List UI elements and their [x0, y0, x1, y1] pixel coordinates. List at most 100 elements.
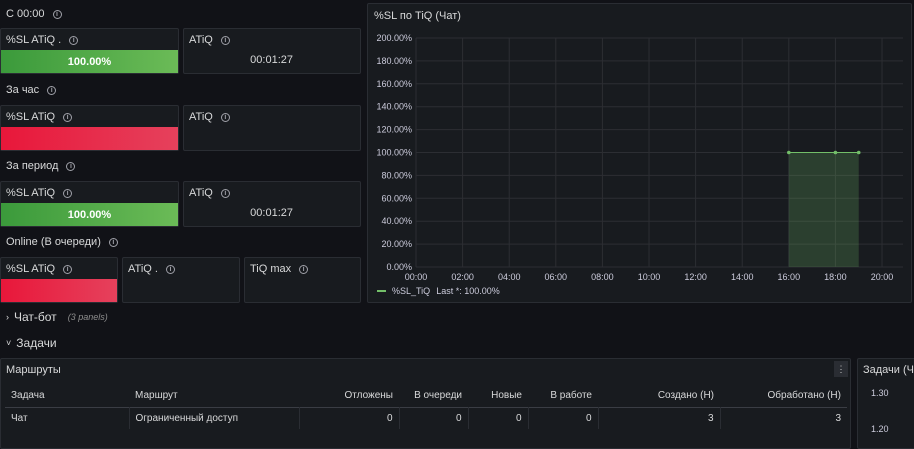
- panel-title: ATiQ i: [189, 187, 230, 199]
- y-tick-label: 1.30: [871, 388, 889, 398]
- panel-title-text: %SL ATiQ .: [6, 34, 62, 46]
- table-cell: 0: [467, 407, 528, 429]
- x-tick-label: 06:00: [545, 272, 568, 282]
- info-icon[interactable]: i: [47, 85, 57, 95]
- info-icon[interactable]: i: [220, 35, 230, 45]
- panel-title: %SL ATiQ i: [6, 263, 73, 275]
- panel-title-text: %SL ATiQ: [6, 111, 56, 123]
- chart-svg: 0.00% 20.00% 40.00% 60.00% 80.00% 100.00% 120.…: [376, 33, 903, 282]
- stat-bar-green: 100.00%: [1, 50, 178, 73]
- column-header[interactable]: Обработано (Н): [720, 385, 847, 407]
- row-title-hour: За час i: [6, 84, 57, 96]
- legend-swatch: [377, 290, 386, 292]
- info-icon[interactable]: i: [220, 188, 230, 198]
- stat-panel-atiq-period[interactable]: ATiQ i 00:01:27: [183, 181, 361, 227]
- stat-panel-sl-atiq-period[interactable]: %SL ATiQ i 100.00%: [0, 181, 179, 227]
- routes-panel[interactable]: Маршруты ⋮ Задача Маршрут Отложены В оче…: [0, 358, 851, 449]
- stat-panel-sl-atiq-hour[interactable]: %SL ATiQ i: [0, 105, 179, 151]
- stat-panel-atiq-hour[interactable]: ATiQ i: [183, 105, 361, 151]
- x-tick-label: 00:00: [405, 272, 428, 282]
- stat-bar-red: [1, 127, 178, 150]
- row-title-label: С 00:00: [6, 8, 45, 20]
- panel-title: %SL ATiQ i: [6, 187, 73, 199]
- table-cell: Ограниченный доступ: [128, 407, 299, 429]
- info-icon[interactable]: i: [63, 112, 73, 122]
- column-header[interactable]: В работе: [528, 385, 598, 407]
- panel-title: Задачи (Ча: [863, 364, 914, 376]
- series-point: [787, 150, 791, 155]
- panel-title: TiQ max i: [250, 263, 309, 275]
- table-cell: 3: [597, 407, 720, 429]
- section-title: Чат-бот: [14, 310, 57, 324]
- panel-title: Маршруты: [6, 364, 61, 376]
- chart-legend[interactable]: %SL_TiQ Last *: 100.00%: [377, 286, 500, 296]
- panel-title-text: TiQ max: [250, 263, 292, 275]
- section-chatbot[interactable]: › Чат-бот (3 panels): [6, 310, 108, 324]
- info-icon[interactable]: i: [63, 188, 73, 198]
- stat-value: 100.00%: [67, 208, 112, 221]
- row-title-label: За час: [6, 84, 40, 96]
- series-area: [788, 152, 859, 267]
- stat-panel-sl-atiq-online[interactable]: %SL ATiQ i: [0, 257, 118, 303]
- x-tick-label: 08:00: [591, 272, 614, 282]
- column-header[interactable]: Создано (Н): [598, 385, 720, 407]
- routes-table: Задача Маршрут Отложены В очереди Новые …: [5, 385, 847, 429]
- table-cell: 0: [298, 407, 399, 429]
- column-header[interactable]: Маршрут: [129, 385, 299, 407]
- info-icon[interactable]: i: [220, 112, 230, 122]
- stat-panel-tiq-max[interactable]: TiQ max i: [244, 257, 361, 303]
- section-tasks[interactable]: ˅ Задачи: [6, 336, 57, 350]
- column-header[interactable]: Новые: [468, 385, 528, 407]
- y-tick-label: 0.00%: [386, 262, 412, 272]
- row-title-online: Online (В очереди) i: [6, 236, 118, 248]
- table-cell: 0: [398, 407, 468, 429]
- chevron-down-icon: ˅: [6, 338, 12, 348]
- panel-title: ATiQ . i: [128, 263, 175, 275]
- info-icon[interactable]: i: [66, 161, 76, 171]
- info-icon[interactable]: i: [63, 264, 73, 274]
- panel-title: %SL ATiQ i: [6, 111, 73, 123]
- column-header[interactable]: Задача: [5, 385, 129, 407]
- info-icon[interactable]: i: [299, 264, 309, 274]
- stat-bar-red: [1, 279, 117, 302]
- table-cell: Чат: [11, 412, 28, 424]
- y-tick-label: 180.00%: [376, 56, 412, 66]
- panel-title-text: ATiQ: [189, 111, 213, 123]
- x-tick-label: 18:00: [824, 272, 847, 282]
- table-cell: 3: [719, 407, 847, 429]
- panel-title: ATiQ i: [189, 34, 230, 46]
- info-icon[interactable]: i: [165, 264, 175, 274]
- chart-panel-sl-tiq[interactable]: %SL по TiQ (Чат) 0.00% 20.00% 40.00% 60.00%…: [367, 3, 912, 303]
- stat-value: 00:01:27: [250, 207, 293, 219]
- y-tick-label: 160.00%: [376, 79, 412, 89]
- legend-series-name: %SL_TiQ: [392, 286, 431, 296]
- series-point: [833, 150, 838, 155]
- tasks-chart-panel[interactable]: Задачи (Ча 1.30 1.20: [857, 358, 914, 449]
- chevron-right-icon: ›: [6, 312, 9, 322]
- panel-title-text: ATiQ: [189, 187, 213, 199]
- x-tick-label: 20:00: [871, 272, 894, 282]
- row-title-label: Online (В очереди): [6, 236, 101, 248]
- y-tick-label: 1.20: [871, 424, 889, 434]
- y-tick-label: 40.00%: [381, 216, 412, 226]
- table-cell: 0: [527, 407, 598, 429]
- info-icon[interactable]: i: [108, 237, 118, 247]
- stat-panel-atiq-online[interactable]: ATiQ . i: [122, 257, 240, 303]
- panel-menu-icon[interactable]: ⋮: [834, 361, 848, 377]
- column-header[interactable]: Отложены: [299, 385, 399, 407]
- stat-panel-sl-atiq-today[interactable]: %SL ATiQ . i 100.00%: [0, 28, 179, 74]
- info-icon[interactable]: i: [52, 9, 62, 19]
- y-tick-label: 100.00%: [376, 148, 412, 158]
- info-icon[interactable]: i: [69, 35, 79, 45]
- y-tick-label: 20.00%: [381, 239, 412, 249]
- section-title: Задачи: [16, 336, 57, 350]
- y-tick-label: 200.00%: [376, 33, 412, 43]
- row-title-since-midnight: С 00:00 i: [6, 8, 62, 20]
- routes-title: Маршруты: [6, 364, 61, 376]
- row-title-period: За период i: [6, 160, 76, 172]
- stat-panel-atiq-today[interactable]: ATiQ i 00:01:27: [183, 28, 361, 74]
- panel-title: ATiQ i: [189, 111, 230, 123]
- column-header[interactable]: В очереди: [399, 385, 468, 407]
- y-tick-label: 140.00%: [376, 102, 412, 112]
- section-panel-count: (3 panels): [67, 312, 108, 322]
